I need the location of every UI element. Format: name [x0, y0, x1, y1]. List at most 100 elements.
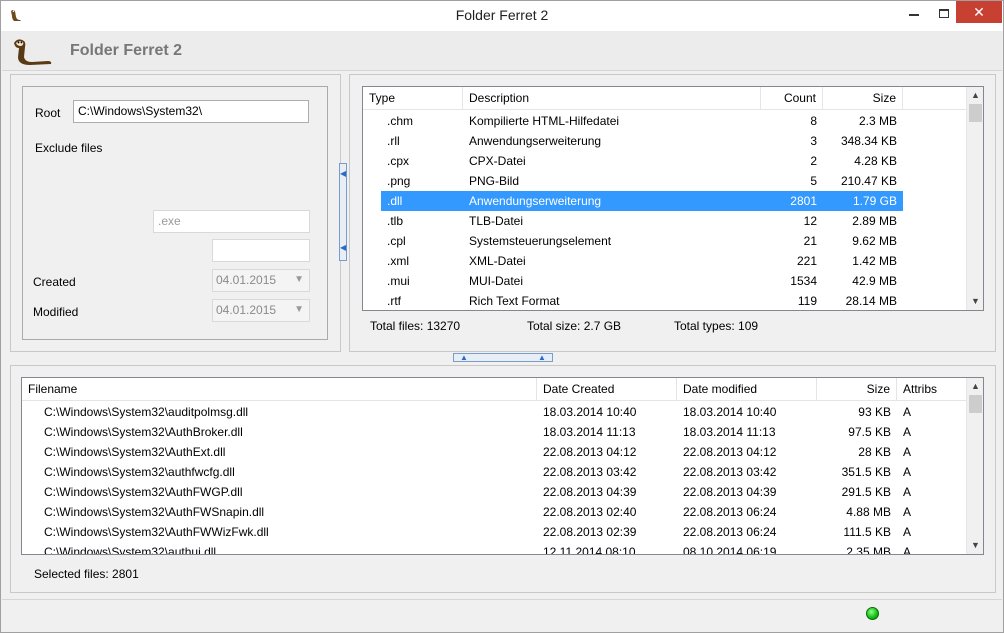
- cell-size: 1.79 GB: [852, 194, 897, 208]
- root-input[interactable]: C:\Windows\System32\: [73, 100, 309, 123]
- title-bar[interactable]: Folder Ferret 2 ✕: [1, 1, 1003, 31]
- chevron-down-icon: ▼: [294, 274, 304, 285]
- table-row[interactable]: C:\Windows\System32\auditpolmsg.dll 18.03…: [22, 402, 967, 422]
- horizontal-splitter[interactable]: ▲ ▲: [453, 353, 553, 362]
- table-row[interactable]: .cpx CPX-Datei 2 4.28 KB: [363, 151, 967, 171]
- table-row[interactable]: .rll Anwendungserweiterung 3 348.34 KB: [363, 131, 967, 151]
- statusbar-divider: [2, 599, 1002, 600]
- created-date-picker[interactable]: 04.01.2015 ▼: [212, 269, 310, 292]
- close-button[interactable]: ✕: [956, 1, 1002, 23]
- cell-size: 9.62 MB: [852, 234, 897, 248]
- table-row[interactable]: C:\Windows\System32\AuthExt.dll 22.08.201…: [22, 442, 967, 462]
- cell-size: 93 KB: [858, 405, 891, 419]
- column-header-count[interactable]: Count: [761, 87, 823, 110]
- table-row[interactable]: .chm Kompilierte HTML-Hilfedatei 8 2.3 MB: [363, 111, 967, 131]
- cell-count: 2801: [790, 194, 817, 208]
- cell-size: 2.35 MB: [846, 545, 891, 555]
- cell-modified: 08.10.2014 06:19: [683, 545, 777, 555]
- cell-attribs: A: [903, 465, 912, 479]
- modified-label: Modified: [33, 305, 79, 319]
- column-header-description[interactable]: Description: [463, 87, 761, 110]
- minimize-button[interactable]: [899, 1, 929, 23]
- table-row[interactable]: .mui MUI-Datei 1534 42.9 MB: [363, 271, 967, 291]
- table-row[interactable]: .tlb TLB-Datei 12 2.89 MB: [363, 211, 967, 231]
- exclude-extra-input[interactable]: [212, 239, 310, 262]
- table-row[interactable]: .rtf Rich Text Format 119 28.14 MB: [363, 291, 967, 310]
- table-row[interactable]: C:\Windows\System32\AuthFWWizFwk.dll 22.0…: [22, 522, 967, 542]
- types-scrollbar[interactable]: ▲ ▼: [966, 87, 983, 310]
- cell-attribs: A: [903, 445, 912, 459]
- table-row[interactable]: .xml XML-Datei 221 1.42 MB: [363, 251, 967, 271]
- cell-created: 22.08.2013 04:12: [543, 445, 637, 459]
- types-table[interactable]: Type Description Count Size .chm Kompilie…: [362, 86, 984, 311]
- scroll-up-icon[interactable]: ▲: [967, 87, 983, 104]
- cell-description: PNG-Bild: [469, 174, 520, 188]
- column-header-attribs[interactable]: Attribs: [897, 378, 968, 401]
- column-header-date-created[interactable]: Date Created: [537, 378, 677, 401]
- column-header-date-modified[interactable]: Date modified: [677, 378, 817, 401]
- cell-size: 210.47 KB: [840, 174, 897, 188]
- table-row[interactable]: C:\Windows\System32\authfwcfg.dll 22.08.2…: [22, 462, 967, 482]
- cell-count: 12: [803, 214, 817, 228]
- cell-created: 22.08.2013 02:40: [543, 505, 637, 519]
- ferret-logo-icon: [14, 39, 52, 65]
- cell-modified: 22.08.2013 06:24: [683, 525, 777, 539]
- close-icon: ✕: [973, 4, 985, 20]
- collapse-left-icon: ◀: [340, 169, 347, 178]
- cell-filename: C:\Windows\System32\AuthFWSnapin.dll: [44, 505, 265, 519]
- vertical-splitter[interactable]: ◀ ◀: [339, 163, 347, 261]
- cell-filename: C:\Windows\System32\authfwcfg.dll: [44, 465, 235, 479]
- cell-description: Rich Text Format: [469, 294, 560, 308]
- cell-size: 4.28 KB: [854, 154, 897, 168]
- cell-count: 1534: [790, 274, 817, 288]
- modified-date-picker[interactable]: 04.01.2015 ▼: [212, 299, 310, 322]
- minimize-icon: [909, 14, 919, 17]
- total-size-label: Total size: 2.7 GB: [527, 319, 622, 333]
- cell-count: 2: [810, 154, 817, 168]
- cell-description: XML-Datei: [469, 254, 526, 268]
- types-scroll-thumb[interactable]: [969, 104, 982, 122]
- maximize-button[interactable]: [929, 1, 959, 23]
- files-scrollbar[interactable]: ▲ ▼: [966, 378, 983, 554]
- cell-description: Systemsteuerungselement: [469, 234, 612, 248]
- cell-size: 1.42 MB: [852, 254, 897, 268]
- cell-attribs: A: [903, 485, 912, 499]
- table-row[interactable]: C:\Windows\System32\AuthFWGP.dll 22.08.20…: [22, 482, 967, 502]
- scroll-down-icon[interactable]: ▼: [967, 537, 983, 554]
- cell-size: 348.34 KB: [840, 134, 897, 148]
- app-name: Folder Ferret 2: [70, 42, 183, 59]
- files-table[interactable]: Filename Date Created Date modified Size…: [21, 377, 984, 555]
- total-types-label: Total types: 109: [674, 319, 759, 333]
- files-scroll-thumb[interactable]: [969, 395, 982, 413]
- table-row[interactable]: C:\Windows\System32\authui.dll 12.11.2014…: [22, 542, 967, 555]
- total-files-label: Total files: 13270: [370, 319, 461, 333]
- table-row[interactable]: C:\Windows\System32\AuthBroker.dll 18.03.…: [22, 422, 967, 442]
- cell-modified: 22.08.2013 04:39: [683, 485, 777, 499]
- cell-description: MUI-Datei: [469, 274, 524, 288]
- cell-modified: 22.08.2013 06:24: [683, 505, 777, 519]
- cell-attribs: A: [903, 505, 912, 519]
- column-header-filename[interactable]: Filename: [22, 378, 537, 401]
- cell-size: 111.5 KB: [843, 525, 891, 539]
- scroll-up-icon[interactable]: ▲: [967, 378, 983, 395]
- column-header-type[interactable]: Type: [363, 87, 463, 110]
- cell-attribs: A: [903, 545, 912, 555]
- table-row[interactable]: .png PNG-Bild 5 210.47 KB: [363, 171, 967, 191]
- cell-size: 291.5 KB: [841, 485, 891, 499]
- table-row[interactable]: .dll Anwendungserweiterung 2801 1.79 GB: [363, 191, 967, 211]
- table-row[interactable]: C:\Windows\System32\AuthFWSnapin.dll 22.0…: [22, 502, 967, 522]
- column-header-size[interactable]: Size: [823, 87, 903, 110]
- chevron-down-icon: ▼: [294, 304, 304, 315]
- cell-count: 21: [803, 234, 817, 248]
- exclude-files-input[interactable]: .exe: [153, 210, 310, 233]
- cell-description: Kompilierte HTML-Hilfedatei: [469, 114, 620, 128]
- table-row[interactable]: .cpl Systemsteuerungselement 21 9.62 MB: [363, 231, 967, 251]
- cell-filename: C:\Windows\System32\authui.dll: [44, 545, 217, 555]
- cell-count: 8: [810, 114, 817, 128]
- cell-size: 351.5 KB: [841, 465, 891, 479]
- scroll-down-icon[interactable]: ▼: [967, 293, 983, 310]
- cell-size: 28 KB: [858, 445, 891, 459]
- cell-size: 28.14 MB: [845, 294, 897, 308]
- selected-files-label: Selected files: 2801: [34, 567, 139, 581]
- column-header-size[interactable]: Size: [817, 378, 897, 401]
